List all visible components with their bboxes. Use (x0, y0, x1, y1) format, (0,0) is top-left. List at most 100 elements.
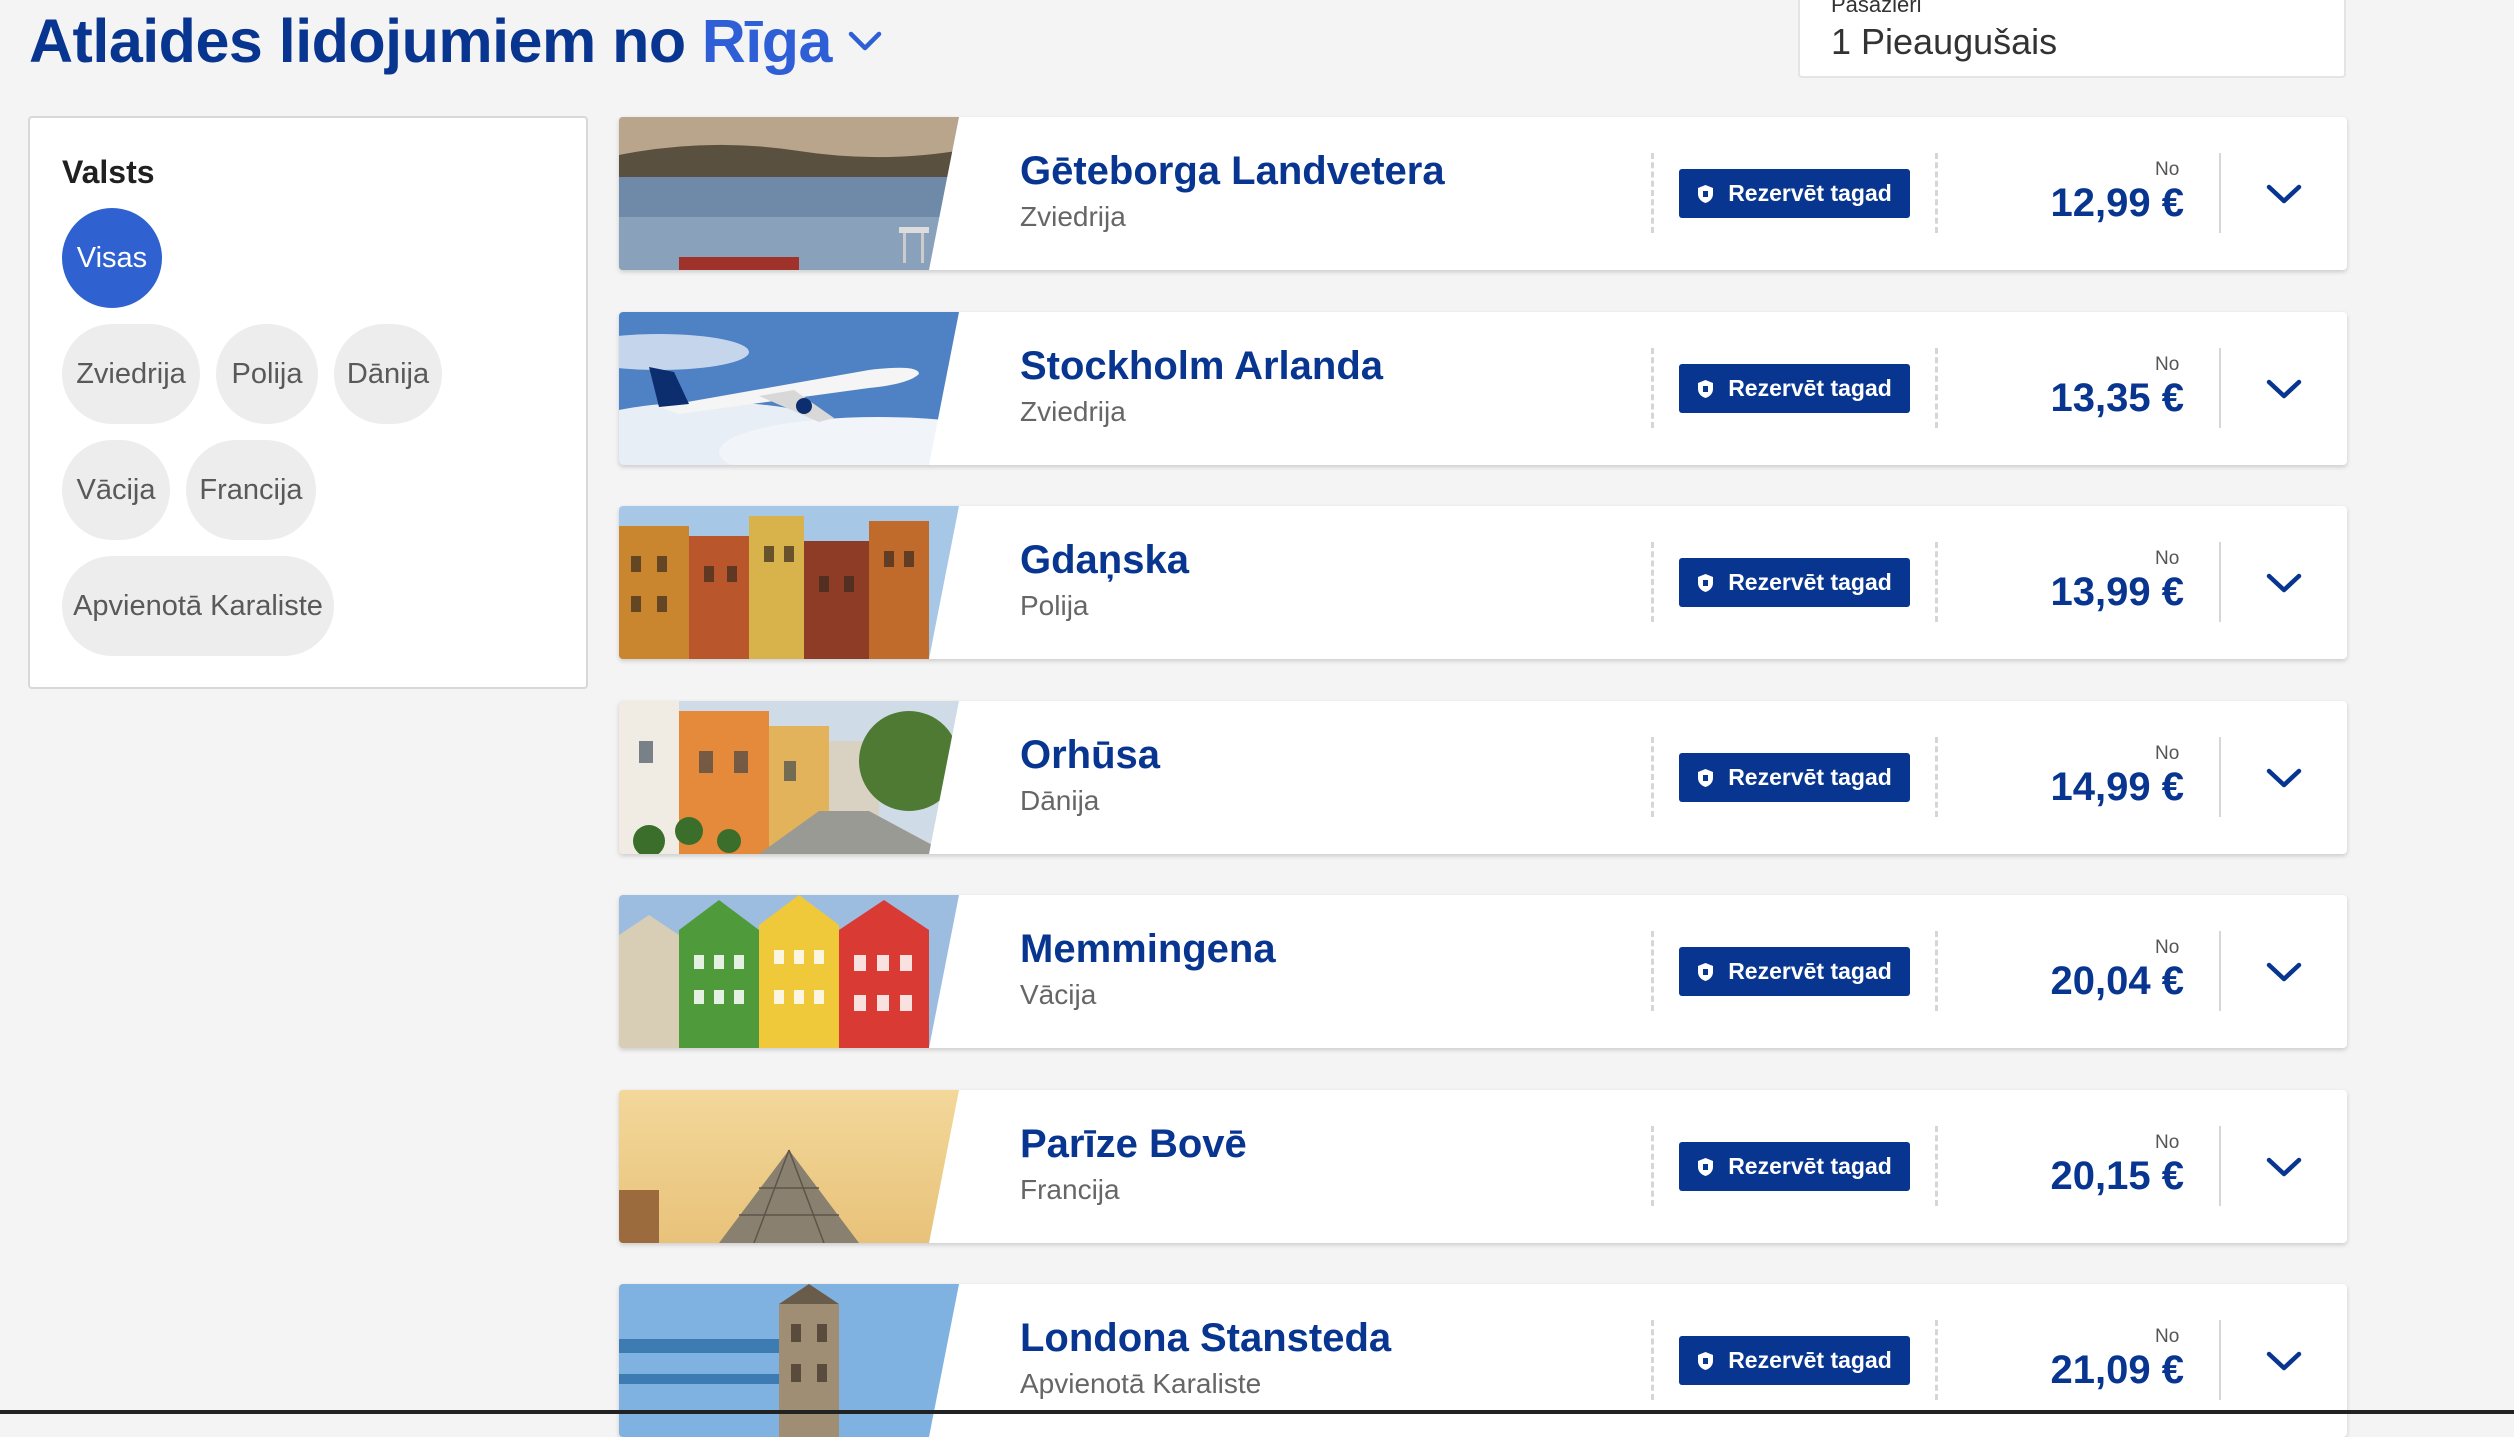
price: 13,99 € (2050, 570, 2184, 614)
filter-chip-denmark[interactable]: Dānija (334, 324, 442, 424)
shield-icon (1698, 768, 1714, 787)
shield-icon (1698, 1351, 1714, 1370)
divider (1651, 931, 1654, 1011)
airplane-photo (619, 312, 979, 465)
price-from-label: No (2155, 1132, 2180, 1153)
page-title-text: Atlaides lidojumiem no (29, 7, 686, 75)
origin-city-selector[interactable]: Rīga (702, 6, 833, 76)
passengers-selector[interactable]: Pasažieri 1 Pieaugušais (1798, 0, 2346, 78)
price-from-label: No (2155, 743, 2180, 764)
window-bottom-edge (0, 1410, 2514, 1414)
louvre-photo (619, 1090, 979, 1243)
colorful-houses-photo (619, 895, 979, 1048)
divider (1651, 153, 1654, 233)
book-now-button[interactable]: Rezervēt tagad (1679, 1142, 1910, 1191)
destination-name[interactable]: Stockholm Arlanda (1020, 344, 1383, 389)
divider (1651, 542, 1654, 622)
price-from-label: No (2155, 937, 2180, 958)
filter-chip-united-kingdom[interactable]: Apvienotā Karaliste (62, 556, 334, 656)
book-now-label: Rezervēt tagad (1728, 1153, 1892, 1179)
price-from-label: No (2155, 548, 2180, 569)
filter-chip-germany[interactable]: Vācija (62, 440, 170, 540)
result-card[interactable]: Gēteborga Landvetera Zviedrija Rezervēt … (619, 117, 2347, 270)
price-from-label: No (2155, 159, 2180, 180)
divider (1935, 153, 1938, 233)
result-card[interactable]: Stockholm Arlanda Zviedrija Rezervēt tag… (619, 312, 2347, 465)
price: 14,99 € (2050, 765, 2184, 809)
divider (2219, 542, 2221, 622)
passengers-value: 1 Pieaugušais (1831, 21, 2058, 62)
destination-name[interactable]: Londona Stansteda (1020, 1316, 1391, 1361)
book-now-label: Rezervēt tagad (1728, 569, 1892, 595)
book-now-button[interactable]: Rezervēt tagad (1679, 364, 1910, 413)
divider (1935, 737, 1938, 817)
divider (1651, 737, 1654, 817)
price-from-label: No (2155, 1326, 2180, 1347)
price: 20,04 € (2050, 959, 2184, 1003)
chevron-down-icon[interactable] (2259, 753, 2309, 803)
price: 20,15 € (2050, 1154, 2184, 1198)
price-from-label: No (2155, 354, 2180, 375)
price: 12,99 € (2050, 181, 2184, 225)
book-now-label: Rezervēt tagad (1728, 764, 1892, 790)
shield-icon (1698, 379, 1714, 398)
result-card[interactable]: Londona Stansteda Apvienotā Karaliste Re… (619, 1284, 2347, 1437)
tower-bridge-photo (619, 1284, 979, 1437)
chevron-down-icon[interactable] (2259, 169, 2309, 219)
filter-title: Valsts (62, 154, 155, 190)
divider (2219, 931, 2221, 1011)
destination-name[interactable]: Gdaņska (1020, 538, 1189, 583)
destination-name[interactable]: Parīze Bovē (1020, 1122, 1247, 1167)
divider (1651, 1126, 1654, 1206)
destination-name[interactable]: Memmingena (1020, 927, 1276, 972)
filter-chip-sweden[interactable]: Zviedrija (62, 324, 200, 424)
book-now-button[interactable]: Rezervēt tagad (1679, 558, 1910, 607)
book-now-label: Rezervēt tagad (1728, 1347, 1892, 1373)
book-now-button[interactable]: Rezervēt tagad (1679, 169, 1910, 218)
passengers-label: Pasažieri (1831, 0, 1922, 17)
price: 13,35 € (2050, 376, 2184, 420)
destination-name[interactable]: Orhūsa (1020, 733, 1160, 778)
shield-icon (1698, 962, 1714, 981)
old-town-photo (619, 506, 979, 659)
destination-name[interactable]: Gēteborga Landvetera (1020, 149, 1445, 194)
chevron-down-icon[interactable] (2259, 1142, 2309, 1192)
chevron-down-icon[interactable] (2259, 558, 2309, 608)
result-card[interactable]: Gdaņska Polija Rezervēt tagad No 13,99 € (619, 506, 2347, 659)
chevron-down-icon[interactable] (2259, 364, 2309, 414)
chevron-down-icon[interactable] (2259, 1336, 2309, 1386)
result-card[interactable]: Parīze Bovē Francija Rezervēt tagad No 2… (619, 1090, 2347, 1243)
book-now-button[interactable]: Rezervēt tagad (1679, 753, 1910, 802)
divider (2219, 153, 2221, 233)
book-now-button[interactable]: Rezervēt tagad (1679, 947, 1910, 996)
page-title: Atlaides lidojumiem no Rīga (29, 6, 882, 76)
price: 21,09 € (2050, 1348, 2184, 1392)
filter-chip-all[interactable]: Visas (62, 208, 162, 308)
filter-chip-france[interactable]: Francija (186, 440, 316, 540)
destination-country: Polija (1020, 590, 1089, 621)
divider (2219, 1126, 2221, 1206)
lake-photo (619, 117, 979, 270)
street-photo (619, 701, 979, 854)
divider (1935, 1126, 1938, 1206)
destination-country: Zviedrija (1020, 201, 1126, 232)
chevron-down-icon[interactable] (848, 30, 882, 52)
country-filter-panel: Valsts Visas Zviedrija Polija Dānija Vāc… (28, 116, 588, 689)
chevron-down-icon[interactable] (2259, 947, 2309, 997)
book-now-button[interactable]: Rezervēt tagad (1679, 1336, 1910, 1385)
result-card[interactable]: Orhūsa Dānija Rezervēt tagad No 14,99 € (619, 701, 2347, 854)
filter-chip-poland[interactable]: Polija (216, 324, 318, 424)
divider (1651, 348, 1654, 428)
book-now-label: Rezervēt tagad (1728, 375, 1892, 401)
shield-icon (1698, 184, 1714, 203)
divider (1935, 931, 1938, 1011)
destination-country: Dānija (1020, 785, 1100, 816)
book-now-label: Rezervēt tagad (1728, 180, 1892, 206)
result-card[interactable]: Memmingena Vācija Rezervēt tagad No 20,0… (619, 895, 2347, 1048)
shield-icon (1698, 573, 1714, 592)
divider (1935, 542, 1938, 622)
divider (2219, 737, 2221, 817)
book-now-label: Rezervēt tagad (1728, 958, 1892, 984)
divider (1651, 1320, 1654, 1400)
divider (1935, 1320, 1938, 1400)
